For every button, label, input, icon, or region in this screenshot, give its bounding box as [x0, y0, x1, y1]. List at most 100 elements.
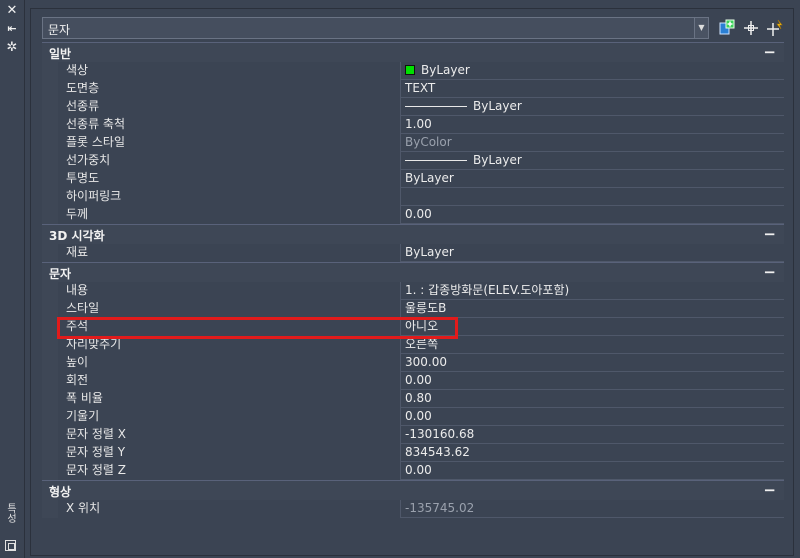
- property-value[interactable]: 1. : 갑종방화문(ELEV.도아포함): [402, 282, 784, 300]
- row-gutter: [42, 98, 58, 116]
- property-value-text: 울릉도B: [405, 301, 447, 315]
- section-header[interactable]: 일반 −: [42, 42, 784, 62]
- property-value[interactable]: 0.00: [402, 408, 784, 426]
- row-gutter: [42, 282, 58, 300]
- property-value[interactable]: [402, 188, 784, 206]
- property-value-text: 0.80: [405, 391, 432, 405]
- property-value[interactable]: 울릉도B: [402, 300, 784, 318]
- property-name: 문자 정렬 Z: [58, 462, 401, 480]
- property-row[interactable]: 투명도 ByLayer: [42, 170, 784, 188]
- object-type-dropdown[interactable]: 문자 ▼: [42, 17, 709, 39]
- property-row[interactable]: 선종류 ByLayer: [42, 98, 784, 116]
- collapse-icon[interactable]: −: [763, 263, 776, 281]
- property-value[interactable]: 0.80: [402, 390, 784, 408]
- linetype-sample-icon: [405, 106, 467, 107]
- property-value-text: 0.00: [405, 207, 432, 221]
- auto-hide-icon[interactable]: ⇤: [5, 22, 19, 35]
- property-row[interactable]: 폭 비율 0.80: [42, 390, 784, 408]
- property-row[interactable]: 높이 300.00: [42, 354, 784, 372]
- quick-select-icon[interactable]: [765, 18, 785, 38]
- property-value[interactable]: ByLayer: [402, 62, 784, 80]
- section-title: 형상: [49, 485, 72, 499]
- property-value-text: 오른쪽: [405, 337, 439, 351]
- row-gutter: [42, 426, 58, 444]
- property-name: 문자 정렬 Y: [58, 444, 401, 462]
- property-value-text: TEXT: [405, 81, 436, 95]
- property-row[interactable]: 도면층 TEXT: [42, 80, 784, 98]
- property-value-text: 아니오: [405, 319, 439, 333]
- property-name: 도면층: [58, 80, 401, 98]
- section-title: 문자: [49, 267, 72, 281]
- property-row[interactable]: 재료 ByLayer: [42, 244, 784, 262]
- property-value[interactable]: -135745.02: [402, 500, 784, 518]
- property-row[interactable]: 문자 정렬 Y 834543.62: [42, 444, 784, 462]
- section-header[interactable]: 3D 시각화 −: [42, 224, 784, 244]
- property-row[interactable]: 내용 1. : 갑종방화문(ELEV.도아포함): [42, 282, 784, 300]
- property-value[interactable]: 아니오: [402, 318, 784, 336]
- property-row[interactable]: 플롯 스타일 ByColor: [42, 134, 784, 152]
- select-objects-icon[interactable]: [741, 18, 761, 38]
- property-value[interactable]: ByLayer: [402, 98, 784, 116]
- property-row[interactable]: 두께 0.00: [42, 206, 784, 224]
- property-value-text: -135745.02: [405, 501, 475, 515]
- row-gutter: [42, 444, 58, 462]
- collapse-icon[interactable]: −: [763, 43, 776, 61]
- property-value[interactable]: ByLayer: [402, 244, 784, 262]
- property-value[interactable]: 834543.62: [402, 444, 784, 462]
- property-row[interactable]: 선종류 축척 1.00: [42, 116, 784, 134]
- property-value[interactable]: 0.00: [402, 462, 784, 480]
- property-row[interactable]: 자리맞추기 오른쪽: [42, 336, 784, 354]
- palette-vertical-title: 특성: [3, 505, 21, 525]
- property-value[interactable]: 300.00: [402, 354, 784, 372]
- section-header[interactable]: 문자 −: [42, 262, 784, 282]
- row-gutter: [42, 318, 58, 336]
- row-gutter: [42, 372, 58, 390]
- property-row[interactable]: X 위치 -135745.02: [42, 500, 784, 518]
- property-row[interactable]: 기울기 0.00: [42, 408, 784, 426]
- property-value-text: 0.00: [405, 409, 432, 423]
- row-gutter: [42, 206, 58, 224]
- property-row[interactable]: 색상 ByLayer: [42, 62, 784, 80]
- section-title: 3D 시각화: [49, 229, 105, 243]
- property-value[interactable]: 오른쪽: [402, 336, 784, 354]
- row-gutter: [42, 152, 58, 170]
- property-value-text: 1. : 갑종방화문(ELEV.도아포함): [405, 283, 570, 297]
- row-gutter: [42, 354, 58, 372]
- property-value[interactable]: ByLayer: [402, 170, 784, 188]
- properties-icon[interactable]: [5, 540, 16, 551]
- property-name: 하이퍼링크: [58, 188, 401, 206]
- property-value[interactable]: 0.00: [402, 206, 784, 224]
- row-gutter: [42, 62, 58, 80]
- property-row[interactable]: 하이퍼링크: [42, 188, 784, 206]
- property-row[interactable]: 선가중치 ByLayer: [42, 152, 784, 170]
- property-value[interactable]: 0.00: [402, 372, 784, 390]
- chevron-down-icon[interactable]: ▼: [694, 18, 708, 38]
- property-value-text: 0.00: [405, 463, 432, 477]
- row-gutter: [42, 170, 58, 188]
- pickadd-toggle-icon[interactable]: [717, 18, 737, 38]
- property-row[interactable]: 스타일 울릉도B: [42, 300, 784, 318]
- property-value[interactable]: ByColor: [402, 134, 784, 152]
- row-gutter: [42, 390, 58, 408]
- collapse-icon[interactable]: −: [763, 481, 776, 499]
- property-value[interactable]: -130160.68: [402, 426, 784, 444]
- property-value[interactable]: TEXT: [402, 80, 784, 98]
- property-value-text: ByLayer: [405, 171, 454, 185]
- row-gutter: [42, 80, 58, 98]
- settings-icon[interactable]: ✲: [5, 40, 19, 55]
- collapse-icon[interactable]: −: [763, 225, 776, 243]
- property-row[interactable]: 회전 0.00: [42, 372, 784, 390]
- property-name: 자리맞추기: [58, 336, 401, 354]
- close-icon[interactable]: ✕: [5, 3, 19, 18]
- section-header[interactable]: 형상 −: [42, 480, 784, 500]
- property-name: X 위치: [58, 500, 401, 518]
- property-value[interactable]: ByLayer: [402, 152, 784, 170]
- row-gutter: [42, 462, 58, 480]
- color-swatch-icon: [405, 65, 415, 75]
- row-gutter: [42, 408, 58, 426]
- property-name: 스타일: [58, 300, 401, 318]
- property-row[interactable]: 문자 정렬 Z 0.00: [42, 462, 784, 480]
- property-value[interactable]: 1.00: [402, 116, 784, 134]
- property-row[interactable]: 문자 정렬 X -130160.68: [42, 426, 784, 444]
- property-row[interactable]: 주석 아니오: [42, 318, 784, 336]
